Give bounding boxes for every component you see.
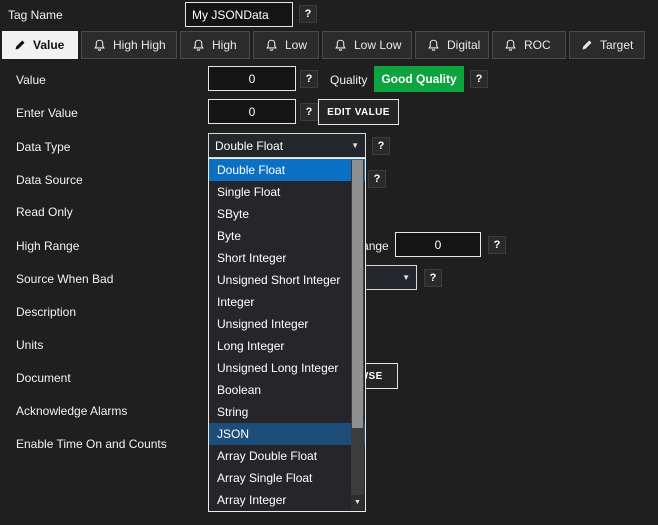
tab-label: High High (113, 38, 166, 52)
data-type-label: Data Type (16, 140, 70, 154)
low-range-help-button[interactable]: ? (488, 236, 506, 254)
tab-label: High (212, 38, 237, 52)
read-only-label: Read Only (16, 205, 73, 219)
scrollbar-down-arrow[interactable]: ▼ (351, 495, 364, 510)
tab-label: Digital (447, 38, 480, 52)
bell-icon (504, 39, 517, 52)
tab-label: Low (285, 38, 307, 52)
dropdown-option-unsigned-integer[interactable]: Unsigned Integer (209, 313, 365, 335)
bell-icon (427, 39, 440, 52)
bell-icon (192, 39, 205, 52)
dropdown-option-array-single-float[interactable]: Array Single Float (209, 467, 365, 489)
scrollbar-thumb[interactable] (352, 160, 363, 428)
chevron-down-icon: ▼ (351, 141, 359, 150)
tab-low-low[interactable]: Low Low (322, 31, 412, 59)
bell-icon (334, 39, 347, 52)
data-type-selected-value: Double Float (215, 139, 283, 153)
source-when-bad-label: Source When Bad (16, 272, 113, 286)
quality-help-button[interactable]: ? (470, 70, 488, 88)
dropdown-option-single-float[interactable]: Single Float (209, 181, 365, 203)
dropdown-scrollbar[interactable]: ▼ (351, 160, 364, 510)
dropdown-option-sbyte[interactable]: SByte (209, 203, 365, 225)
dropdown-option-boolean[interactable]: Boolean (209, 379, 365, 401)
bell-icon (265, 39, 278, 52)
enter-value-help-button[interactable]: ? (300, 103, 318, 121)
chevron-down-icon: ▼ (402, 273, 410, 282)
tag-name-help-button[interactable]: ? (299, 5, 317, 23)
quality-status-badge: Good Quality (374, 66, 464, 92)
dropdown-option-long-integer[interactable]: Long Integer (209, 335, 365, 357)
dropdown-option-array-integer[interactable]: Array Integer (209, 489, 365, 511)
value-input[interactable] (208, 66, 296, 91)
source-when-bad-help-button[interactable]: ? (424, 269, 442, 287)
data-source-label: Data Source (16, 173, 83, 187)
tab-high[interactable]: High (180, 31, 250, 59)
bell-icon (93, 39, 106, 52)
edit-value-button[interactable]: EDIT VALUE (318, 99, 399, 125)
dropdown-option-unsigned-long-integer[interactable]: Unsigned Long Integer (209, 357, 365, 379)
data-type-help-button[interactable]: ? (372, 137, 390, 155)
tab-strip: Value High High High Low Low Low Digital (2, 31, 645, 59)
tab-label: ROC (524, 38, 551, 52)
tab-digital[interactable]: Digital (415, 31, 489, 59)
enter-value-input[interactable] (208, 99, 296, 124)
tab-label: Value (33, 38, 64, 52)
description-label: Description (16, 305, 76, 319)
dropdown-option-string[interactable]: String (209, 401, 365, 423)
dropdown-option-array-double-float[interactable]: Array Double Float (209, 445, 365, 467)
tab-label: Low Low (354, 38, 401, 52)
tab-label: Target (600, 38, 633, 52)
enter-value-label: Enter Value (16, 106, 78, 120)
pencil-icon (14, 39, 26, 51)
tab-low[interactable]: Low (253, 31, 319, 59)
data-type-combobox[interactable]: Double Float ▼ (208, 133, 366, 158)
quality-label: Quality (330, 73, 367, 87)
tab-high-high[interactable]: High High (81, 31, 177, 59)
tag-name-label: Tag Name (8, 8, 63, 22)
dropdown-option-double-float[interactable]: Double Float (209, 159, 365, 181)
enable-time-on-and-counts-label: Enable Time On and Counts (16, 437, 167, 451)
acknowledge-alarms-label: Acknowledge Alarms (16, 404, 127, 418)
dropdown-option-integer[interactable]: Integer (209, 291, 365, 313)
document-label: Document (16, 371, 71, 385)
tab-value[interactable]: Value (2, 31, 78, 59)
value-label: Value (16, 73, 46, 87)
data-type-dropdown-list: Double Float Single Float SByte Byte Sho… (208, 158, 366, 512)
tag-name-input[interactable] (185, 2, 293, 27)
low-range-input[interactable] (395, 232, 481, 257)
dropdown-option-short-integer[interactable]: Short Integer (209, 247, 365, 269)
dropdown-option-json[interactable]: JSON (209, 423, 365, 445)
pencil-icon (581, 39, 593, 51)
dropdown-option-byte[interactable]: Byte (209, 225, 365, 247)
tab-target[interactable]: Target (569, 31, 645, 59)
value-help-button[interactable]: ? (300, 70, 318, 88)
tab-roc[interactable]: ROC (492, 31, 566, 59)
dropdown-option-unsigned-short-integer[interactable]: Unsigned Short Integer (209, 269, 365, 291)
data-source-help-button[interactable]: ? (368, 170, 386, 188)
high-range-label: High Range (16, 239, 79, 253)
units-label: Units (16, 338, 43, 352)
